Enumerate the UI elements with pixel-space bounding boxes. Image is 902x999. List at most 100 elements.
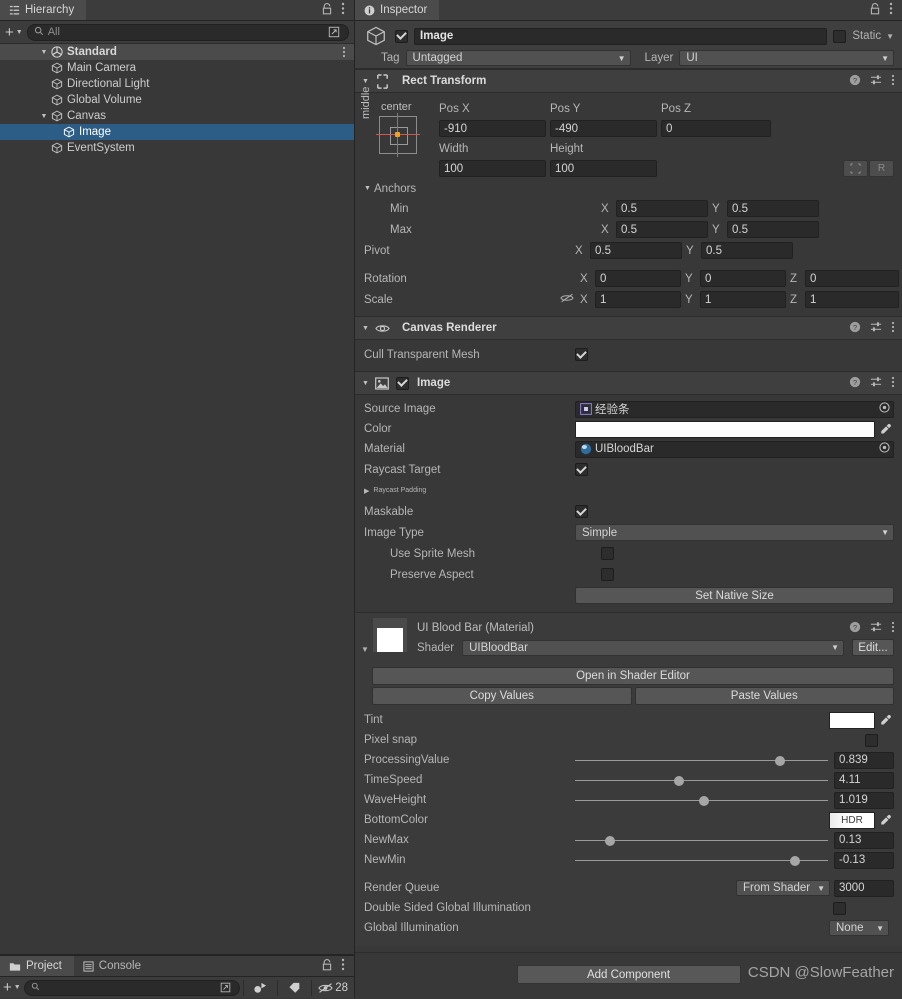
hierarchy-row-canvas[interactable]: ▼ Canvas bbox=[0, 108, 354, 124]
width-input[interactable]: 100 bbox=[439, 160, 546, 177]
scale-x-input[interactable]: 1 bbox=[595, 291, 681, 308]
object-picker-icon[interactable] bbox=[879, 402, 890, 416]
material-menu-icon[interactable] bbox=[891, 621, 895, 636]
gameobject-name-input[interactable]: Image bbox=[414, 27, 828, 45]
pivot-y-input[interactable]: 0.5 bbox=[701, 242, 793, 259]
scale-z-input[interactable]: 1 bbox=[805, 291, 899, 308]
component-header-canvas-renderer[interactable]: ▼ Canvas Renderer ? bbox=[355, 316, 902, 340]
newmax-input[interactable]: 0.13 bbox=[834, 831, 894, 849]
project-search-input[interactable] bbox=[43, 981, 214, 994]
foldout-icon[interactable]: ▶ bbox=[364, 487, 369, 495]
foldout-icon[interactable]: ▼ bbox=[359, 78, 372, 85]
global-illumination-dropdown[interactable]: None ▼ bbox=[829, 920, 889, 936]
eyedropper-icon[interactable] bbox=[878, 423, 894, 435]
shader-dropdown[interactable]: UIBloodBar ▼ bbox=[462, 639, 844, 656]
tag-dropdown[interactable]: Untagged ▼ bbox=[405, 50, 631, 66]
processingvalue-input[interactable]: 0.839 bbox=[834, 751, 894, 769]
anchor-preset-widget[interactable]: center middle bbox=[359, 87, 439, 179]
waveheight-slider[interactable] bbox=[575, 792, 828, 809]
double-sided-gi-checkbox[interactable] bbox=[833, 901, 846, 915]
foldout-icon[interactable]: ▼ bbox=[38, 113, 50, 120]
height-input[interactable]: 100 bbox=[550, 160, 657, 177]
set-native-size-button[interactable]: Set Native Size bbox=[575, 587, 894, 604]
gameobject-icon[interactable] bbox=[363, 24, 389, 48]
project-search-box[interactable] bbox=[23, 979, 241, 996]
tab-console[interactable]: Console bbox=[74, 956, 153, 976]
newmax-slider[interactable] bbox=[575, 832, 828, 849]
pivot-x-input[interactable]: 0.5 bbox=[590, 242, 682, 259]
help-icon[interactable]: ? bbox=[849, 376, 861, 391]
search-expand-icon[interactable] bbox=[326, 25, 342, 40]
component-header-image[interactable]: ▼ Image ? bbox=[355, 371, 902, 395]
slider-knob[interactable] bbox=[605, 835, 616, 846]
help-icon[interactable]: ? bbox=[849, 74, 861, 89]
newmin-input[interactable]: -0.13 bbox=[834, 851, 894, 869]
image-type-dropdown[interactable]: Simple ▼ bbox=[575, 524, 894, 541]
rotation-x-input[interactable]: 0 bbox=[595, 270, 681, 287]
maskable-checkbox[interactable] bbox=[575, 505, 588, 518]
source-image-object-field[interactable]: 经验条 bbox=[575, 400, 894, 418]
constrain-proportions-icon[interactable] bbox=[560, 292, 574, 307]
static-dropdown[interactable]: Static ▼ bbox=[852, 30, 894, 42]
preset-icon[interactable] bbox=[870, 376, 882, 391]
foldout-icon[interactable]: ▼ bbox=[38, 49, 50, 56]
layer-dropdown[interactable]: UI ▼ bbox=[679, 50, 894, 66]
material-foldout-icon[interactable]: ▼ bbox=[361, 645, 369, 654]
pos-y-input[interactable]: -490 bbox=[550, 120, 657, 137]
foldout-icon[interactable]: ▼ bbox=[359, 380, 372, 387]
eyedropper-icon[interactable] bbox=[878, 814, 894, 826]
inspector-menu-icon[interactable] bbox=[889, 2, 893, 18]
bottomcolor-hdr-swatch[interactable]: HDR bbox=[829, 811, 875, 829]
color-swatch[interactable] bbox=[575, 420, 875, 438]
component-header-rect-transform[interactable]: ▼ Rect Transform ? bbox=[355, 69, 902, 93]
object-picker-icon[interactable] bbox=[879, 442, 890, 456]
copy-values-button[interactable]: Copy Values bbox=[372, 687, 632, 705]
pixel-snap-checkbox[interactable] bbox=[865, 733, 878, 747]
hidden-items-toggle[interactable]: 28 bbox=[315, 979, 351, 996]
component-menu-icon[interactable] bbox=[891, 376, 895, 391]
lock-icon[interactable] bbox=[322, 958, 332, 974]
preserve-aspect-checkbox[interactable] bbox=[601, 568, 614, 581]
rotation-y-input[interactable]: 0 bbox=[700, 270, 786, 287]
paste-values-button[interactable]: Paste Values bbox=[634, 687, 894, 705]
hierarchy-search-input[interactable] bbox=[47, 26, 322, 38]
add-component-button[interactable]: Add Component bbox=[516, 965, 741, 984]
use-sprite-mesh-checkbox[interactable] bbox=[601, 547, 614, 560]
component-menu-icon[interactable] bbox=[891, 321, 895, 336]
foldout-icon[interactable]: ▼ bbox=[359, 325, 372, 332]
slider-knob[interactable] bbox=[790, 855, 801, 866]
lock-icon[interactable] bbox=[870, 2, 880, 18]
static-checkbox[interactable] bbox=[833, 29, 847, 43]
rotation-z-input[interactable]: 0 bbox=[805, 270, 899, 287]
anchor-min-x-input[interactable]: 0.5 bbox=[616, 200, 708, 217]
raw-edit-mode-button[interactable]: R bbox=[869, 160, 894, 177]
create-gameobject-button[interactable]: + ▼ bbox=[5, 25, 23, 40]
foldout-icon[interactable]: ▼ bbox=[361, 185, 374, 192]
scale-y-input[interactable]: 1 bbox=[700, 291, 786, 308]
scene-menu-icon[interactable] bbox=[342, 44, 346, 60]
material-object-field[interactable]: UIBloodBar bbox=[575, 440, 894, 458]
create-asset-button[interactable]: + ▼ bbox=[3, 980, 21, 995]
eyedropper-icon[interactable] bbox=[878, 714, 894, 726]
newmin-slider[interactable] bbox=[575, 852, 828, 869]
hierarchy-row-main-camera[interactable]: Main Camera bbox=[0, 60, 354, 76]
search-expand-icon[interactable] bbox=[217, 980, 233, 995]
hierarchy-row-eventsystem[interactable]: EventSystem bbox=[0, 140, 354, 156]
pos-x-input[interactable]: -910 bbox=[439, 120, 546, 137]
blueprint-mode-button[interactable] bbox=[843, 160, 868, 177]
anchors-foldout[interactable]: ▼ Anchors bbox=[355, 179, 902, 198]
processingvalue-slider[interactable] bbox=[575, 752, 828, 769]
tab-inspector[interactable]: Inspector bbox=[355, 0, 440, 20]
waveheight-input[interactable]: 1.019 bbox=[834, 791, 894, 809]
filter-by-label-icon[interactable] bbox=[281, 979, 308, 996]
component-menu-icon[interactable] bbox=[891, 74, 895, 89]
render-queue-dropdown[interactable]: From Shader ▼ bbox=[736, 880, 830, 896]
raycast-padding-row[interactable]: ▶ Raycast Padding bbox=[355, 480, 902, 501]
tint-color-swatch[interactable] bbox=[829, 711, 875, 729]
raycast-target-checkbox[interactable] bbox=[575, 463, 588, 476]
hierarchy-search-box[interactable] bbox=[26, 23, 349, 41]
image-enabled-checkbox[interactable] bbox=[396, 376, 409, 390]
timespeed-input[interactable]: 4.11 bbox=[834, 771, 894, 789]
anchor-max-y-input[interactable]: 0.5 bbox=[727, 221, 819, 238]
preset-icon[interactable] bbox=[870, 74, 882, 89]
